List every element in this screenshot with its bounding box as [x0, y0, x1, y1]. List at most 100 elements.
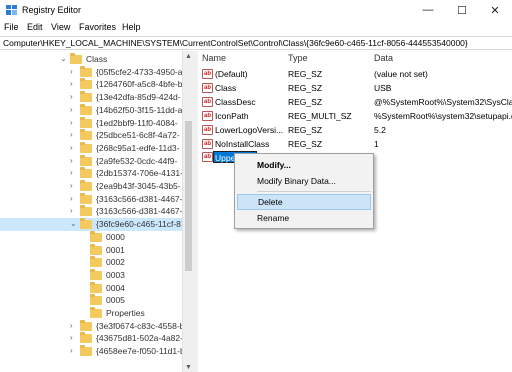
folder-icon [80, 91, 92, 103]
tree-key[interactable]: › {3e3f0674-c83c-4558-b [0, 319, 184, 333]
folder-icon [80, 180, 92, 191]
folder-icon [80, 332, 92, 344]
address-bar[interactable]: Computer\HKEY_LOCAL_MACHINE\SYSTEM\Curre… [0, 36, 512, 50]
tree-subkey[interactable]: 0002 [0, 256, 182, 269]
expand-arrow-icon[interactable]: › [70, 193, 78, 205]
tree-key[interactable]: › {13e42dfa-85d9-424d- [0, 91, 182, 104]
folder-icon [80, 345, 92, 357]
column-header-name[interactable]: Name [202, 51, 226, 65]
value-data: 5.2 [374, 124, 386, 135]
maximize-button[interactable]: ☐ [445, 0, 479, 20]
tree-subkey[interactable]: Properties [0, 307, 182, 320]
menu-separator [257, 191, 371, 192]
tree-subkey[interactable]: 0001 [0, 243, 182, 257]
folder-icon [90, 256, 102, 268]
menu-help[interactable]: Help [122, 22, 141, 32]
tree-subkey[interactable]: 0004 [0, 281, 182, 295]
window-title: Registry Editor [22, 5, 82, 15]
scroll-up-icon[interactable]: ▲ [185, 53, 192, 60]
value-row[interactable]: ab Class REG_SZ USB [198, 82, 512, 95]
tree-key[interactable]: › {4658ee7e-f050-11d1-b [0, 345, 185, 358]
tree-key[interactable]: › {25dbce51-6c8f-4a72- [0, 129, 182, 142]
scroll-thumb[interactable] [185, 121, 192, 271]
menu-edit[interactable]: Edit [27, 22, 43, 32]
minimize-button[interactable]: — [411, 0, 445, 20]
menu-view[interactable]: View [51, 22, 70, 32]
expand-arrow-icon[interactable]: › [70, 142, 78, 154]
collapse-arrow-icon[interactable]: ⌄ [60, 53, 68, 65]
menu-item-rename[interactable]: Rename [235, 210, 373, 226]
value-row[interactable]: ab NoInstallClass REG_SZ 1 [198, 138, 512, 151]
expand-arrow-icon[interactable]: › [70, 155, 78, 167]
expand-arrow-icon[interactable]: › [70, 205, 78, 217]
tree-key[interactable]: › {2ea9b43f-3045-43b5- [0, 180, 182, 193]
folder-icon [80, 218, 92, 230]
tree-key-label: {3163c566-d381-4467- [96, 193, 183, 204]
menu-item-modify-binary[interactable]: Modify Binary Data... [235, 173, 373, 189]
tree-key-label: {43675d81-502a-4a82- [96, 333, 183, 344]
expand-arrow-icon[interactable]: › [70, 332, 78, 344]
menu-item-delete[interactable]: Delete [237, 194, 371, 210]
tree-key-label: {14b62f50-3f15-11dd-a [96, 104, 183, 115]
value-data: 1 [374, 138, 379, 149]
menu-item-modify[interactable]: Modify... [235, 157, 373, 173]
menu-file[interactable]: File [4, 22, 19, 32]
value-name: ClassDesc [215, 96, 256, 107]
value-row[interactable]: ab IconPath REG_MULTI_SZ %SystemRoot%\syste… [198, 110, 512, 123]
expand-arrow-icon[interactable]: › [70, 345, 78, 357]
tree-key-label: {36fc9e60-c465-11cf-8 [96, 219, 181, 230]
expand-arrow-icon[interactable]: › [70, 104, 78, 116]
expand-arrow-icon[interactable]: › [70, 180, 78, 192]
tree-key[interactable]: ⌄ {36fc9e60-c465-11cf-8 [0, 218, 182, 231]
tree-key-label: {05f5cfe2-4733-4950-a [96, 66, 183, 77]
expand-arrow-icon[interactable]: › [70, 66, 78, 78]
tree-key[interactable]: › {43675d81-502a-4a82- [0, 332, 183, 345]
tree-key[interactable]: › {14b62f50-3f15-11dd-a [0, 103, 183, 117]
tree-key[interactable]: › {1ed2bbf9-11f0-4084- [0, 116, 182, 130]
value-type: REG_MULTI_SZ [288, 110, 352, 121]
tree-subkey[interactable]: 0003 [0, 268, 182, 282]
scroll-down-icon[interactable]: ▼ [185, 364, 192, 371]
registry-editor-icon [6, 5, 17, 15]
tree-key[interactable]: › {1264760f-a5c8-4bfe-b [0, 78, 183, 91]
tree-key[interactable]: › {05f5cfe2-4733-4950-a [0, 65, 183, 79]
tree-key[interactable]: › {2a9fe532-0cdc-44f9- [0, 154, 182, 168]
menu-favorites[interactable]: Favorites [79, 22, 116, 32]
tree-key[interactable]: › {2db15374-706e-4131- [0, 167, 183, 180]
tree-key[interactable]: › {3163c566-d381-4467- [0, 192, 183, 206]
close-button[interactable]: ✕ [478, 0, 512, 20]
tree-key-label: 0003 [106, 269, 125, 280]
tree-key-label: Properties [106, 308, 145, 318]
folder-icon [90, 281, 102, 293]
tree-key[interactable]: ⌄ Class [0, 53, 182, 66]
value-row[interactable]: ab LowerLogoVersi... REG_SZ 5.2 [198, 124, 512, 137]
expand-arrow-icon[interactable]: › [70, 320, 78, 332]
menu-bar: File Edit View Favorites Help [0, 20, 512, 35]
tree-scrollbar[interactable]: ▲ ▼ [182, 51, 194, 372]
tree-subkey[interactable]: 0005 [0, 294, 182, 307]
tree-key-label: {2ea9b43f-3045-43b5- [96, 181, 181, 191]
expand-arrow-icon[interactable]: › [70, 78, 78, 90]
value-type: REG_SZ [288, 124, 323, 135]
column-header-type[interactable]: Type [288, 51, 308, 65]
tree-subkey[interactable]: 0000 [0, 230, 182, 244]
value-type: REG_SZ [288, 96, 323, 107]
tree-key-label: Class [86, 54, 108, 64]
column-header-data[interactable]: Data [374, 51, 393, 65]
expand-arrow-icon[interactable]: › [70, 167, 78, 179]
value-row[interactable]: ab ClassDesc REG_SZ @%SystemRoot%\System32\… [198, 96, 512, 109]
tree-key[interactable]: › {3163c566-d381-4467- [0, 205, 183, 218]
tree-key-label: 0004 [106, 282, 125, 293]
folder-icon [90, 230, 102, 242]
string-value-icon: ab [202, 69, 213, 79]
tree-key[interactable]: › {268c95a1-edfe-11d3- [0, 141, 182, 155]
expand-arrow-icon[interactable]: › [70, 129, 78, 141]
expand-arrow-icon[interactable]: › [70, 117, 78, 129]
context-menu: Modify... Modify Binary Data... Delete R… [234, 153, 374, 229]
folder-icon [80, 319, 92, 331]
folder-icon [80, 65, 92, 77]
value-type: REG_SZ [288, 82, 323, 93]
value-row[interactable]: ab (Default) REG_SZ (value not set) [198, 68, 512, 81]
collapse-arrow-icon[interactable]: ⌄ [70, 218, 78, 230]
expand-arrow-icon[interactable]: › [70, 91, 78, 103]
